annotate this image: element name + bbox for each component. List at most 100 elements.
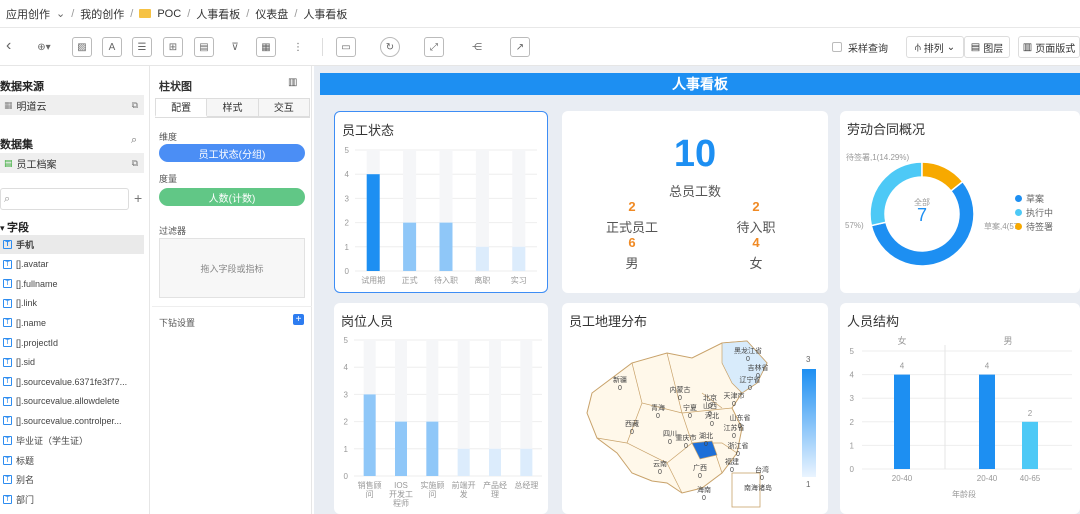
copy-icon[interactable]: ⧉ <box>132 158 138 169</box>
tab-interaction[interactable]: 交互 <box>258 98 310 117</box>
province-label[interactable]: 福建 0 <box>718 459 746 475</box>
legend-item[interactable]: 执行中 <box>1015 205 1053 219</box>
arrange-button[interactable]: ⫛ 排列 ⌄ <box>906 36 964 58</box>
breadcrumb-item[interactable]: 仪表盘 <box>255 6 288 22</box>
geo-card[interactable]: 员工地理分布 黑龙江省 0 吉林省 0 辽宁省 0 新疆 0 内蒙古 0 北京 0 天津市 0 青海 0 宁夏 0… <box>562 303 828 514</box>
field-item[interactable]: T 部门 <box>0 490 144 509</box>
text-field-icon: T <box>3 298 12 308</box>
text-field-icon: T <box>3 357 12 367</box>
province-label[interactable]: 江苏省 0 <box>720 425 748 441</box>
chevron-down-icon[interactable]: ⌄ <box>56 7 65 20</box>
field-item[interactable]: T [].sourcevalue.allowdelete <box>0 392 144 411</box>
province-name: 重庆市 <box>675 435 697 442</box>
share-icon[interactable]: ⋲ <box>467 37 487 57</box>
province-label[interactable]: 南海诸岛 <box>744 485 772 493</box>
breadcrumb: 应用创作 ⌄ / 我的创作 / POC / 人事看板 / 仪表盘 / 人事看板 <box>0 0 1080 28</box>
province-label[interactable]: 海南 0 <box>690 487 718 503</box>
breadcrumb-item[interactable]: 我的创作 <box>80 6 124 22</box>
field-item[interactable]: T [].sourcevalue.6371fe3f77... <box>0 372 144 391</box>
structure-card[interactable]: 人员结构 0 1 2 3 4 5 女 男 4 20-40 4 20-40 2 40-65 年龄段 <box>840 303 1080 514</box>
field-item[interactable]: T [].link <box>0 294 144 313</box>
province-value: 0 <box>630 429 634 436</box>
contract-card[interactable]: 劳动合同概况 待签署,1(14.29%) 57%) 草案,4(57 全部 7 草… <box>840 111 1080 293</box>
field-item[interactable]: T [].avatar <box>0 255 144 274</box>
province-label[interactable]: 青海 0 <box>644 405 672 421</box>
field-item[interactable]: T [].sourcevalue.controlper... <box>0 411 144 430</box>
province-name: 福建 <box>725 459 739 466</box>
chevron-down-icon[interactable]: ▾ <box>0 223 7 233</box>
copy-icon[interactable]: ⧉ <box>132 100 138 111</box>
dimension-pill[interactable]: 员工状态(分组) <box>159 144 305 162</box>
sample-query-checkbox[interactable] <box>832 42 842 52</box>
field-item[interactable]: T 毕业证（学生证） <box>0 431 144 450</box>
positions-card[interactable]: 岗位人员 0 1 2 3 4 5 销售顾问 IOS 开发工 程师 实施顾问 前端开发 产品经理 总经理 <box>334 303 548 514</box>
province-label[interactable]: 台湾 0 <box>748 467 776 483</box>
zoom-icon[interactable]: ⊕▾ <box>28 37 60 57</box>
page-layout-button[interactable]: ▥ 页面版式 <box>1018 36 1080 58</box>
measure-pill[interactable]: 人数(计数) <box>159 188 305 206</box>
province-value: 0 <box>702 495 706 502</box>
breadcrumb-item[interactable]: 应用创作 <box>6 6 50 22</box>
layout-icon[interactable]: ▦ <box>256 37 276 57</box>
field-item[interactable]: T [].fullname <box>0 274 144 293</box>
back-icon[interactable]: ‹ <box>6 37 11 55</box>
field-item[interactable]: T 别名 <box>0 470 144 489</box>
province-label[interactable]: 黑龙江省 0 <box>734 348 762 364</box>
refresh-icon[interactable]: ↻ <box>380 37 400 57</box>
breadcrumb-item[interactable]: POC <box>157 8 181 20</box>
component-icon[interactable]: ⊞ <box>163 37 183 57</box>
field-item[interactable]: T [].name <box>0 313 144 332</box>
layers-button[interactable]: ▤ 图层 <box>964 36 1010 58</box>
province-label[interactable]: 广西 0 <box>686 465 714 481</box>
datasource-name: 明道云 <box>16 101 47 113</box>
field-item[interactable]: T [].sid <box>0 353 144 372</box>
province-value: 0 <box>678 395 682 402</box>
table-icon[interactable]: ☰ <box>132 37 152 57</box>
measure-label: 度量 <box>159 174 178 184</box>
province-label[interactable]: 浙江省 0 <box>724 443 752 459</box>
province-label[interactable]: 内蒙古 0 <box>666 387 694 403</box>
datasource-item[interactable]: ▦ 明道云 ⧉ <box>0 95 144 115</box>
female-value: 4 <box>752 235 760 250</box>
field-search-input[interactable]: ⌕ <box>0 188 129 210</box>
bar <box>366 174 380 271</box>
kpi-card[interactable]: 10 总员工数 2 正式员工 2 待入职 6 男 4 女 <box>562 111 828 293</box>
province-value: 0 <box>684 443 688 450</box>
breadcrumb-item[interactable]: 人事看板 <box>196 6 240 22</box>
province-label[interactable]: 辽宁省 0 <box>736 377 764 393</box>
add-field-icon[interactable]: + <box>134 190 142 206</box>
dataset-title: 数据集 <box>0 139 33 151</box>
province-label[interactable]: 新疆 0 <box>606 377 634 393</box>
report-icon[interactable]: ▤ <box>194 37 214 57</box>
filter-icon[interactable]: ⊽ <box>225 37 245 57</box>
province-label[interactable]: 西藏 0 <box>618 421 646 437</box>
screen-icon[interactable]: ▭ <box>336 37 356 57</box>
province-label[interactable]: 天津市 0 <box>720 393 748 409</box>
image-icon[interactable]: ▨ <box>72 37 92 57</box>
legend-item[interactable]: 草案 <box>1015 191 1053 205</box>
tab-config[interactable]: 配置 <box>155 98 208 117</box>
field-item[interactable]: T 标题 <box>0 451 144 470</box>
field-item[interactable]: T 手机 <box>0 235 144 254</box>
fullscreen-icon[interactable]: ⤢ <box>424 37 444 57</box>
text-icon[interactable]: A <box>102 37 122 57</box>
province-name: 广西 <box>693 465 707 472</box>
dataset-item[interactable]: ▤ 员工档案 ⧉ <box>0 153 144 173</box>
tab-style[interactable]: 样式 <box>207 98 259 117</box>
province-value: 0 <box>748 385 752 392</box>
search-icon[interactable]: ⌕ <box>131 134 137 147</box>
export-icon[interactable]: ↗ <box>510 37 530 57</box>
filter-dropzone[interactable]: 拖入字段或指标 <box>159 238 305 298</box>
add-drill-button[interactable]: + <box>293 314 304 325</box>
province-label[interactable]: 重庆市 0 <box>672 435 700 451</box>
more-icon[interactable]: ⋮ <box>288 37 308 57</box>
field-item[interactable]: T [].projectId <box>0 333 144 352</box>
province-name: 海南 <box>697 487 711 494</box>
province-label[interactable]: 云南 0 <box>646 461 674 477</box>
y-tick-label: 3 <box>344 390 349 399</box>
status-card[interactable]: 员工状态 0 1 2 3 4 5 试用期 正式 待入职 离职 实习 <box>334 111 548 293</box>
fields-title: ▾ 字段 <box>0 219 29 235</box>
y-tick-label: 1 <box>344 445 349 454</box>
province-value: 0 <box>656 413 660 420</box>
legend-item[interactable]: 待签署 <box>1015 219 1053 233</box>
